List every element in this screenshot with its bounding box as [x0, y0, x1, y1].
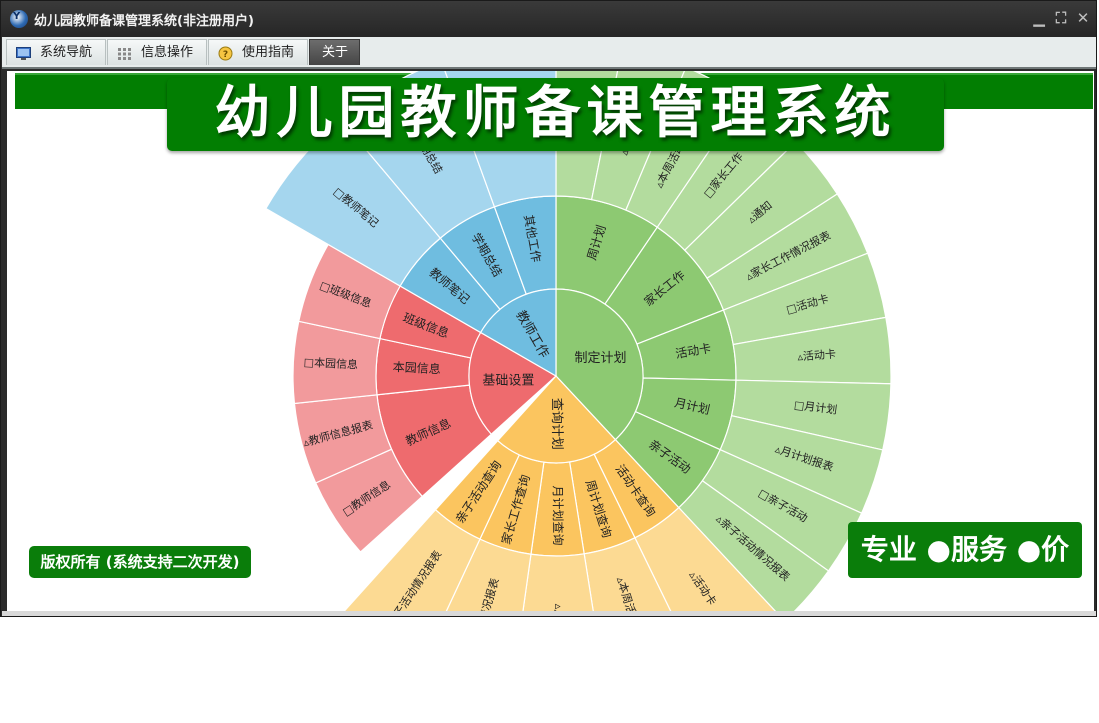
restore-icon[interactable]: ⛶	[1053, 10, 1069, 26]
grid-icon	[117, 45, 132, 60]
sunburst-label-level1: 基础设置	[482, 374, 534, 389]
sunburst-label-level2: 本园信息	[392, 359, 441, 376]
menu-tab-user-guide[interactable]: ? 使用指南	[208, 39, 308, 65]
sunburst-label-level1: 制定计划	[575, 351, 627, 366]
monitor-icon	[16, 45, 31, 60]
menu-bar: 系统导航 信息操作 ? 使用指南 关于	[2, 37, 1096, 69]
menu-tab-label: 关于	[322, 45, 349, 60]
menu-tab-about[interactable]: 关于	[309, 39, 360, 65]
app-logo-icon: Y	[10, 10, 28, 28]
close-icon[interactable]: ✕	[1075, 10, 1091, 26]
sunburst-label-level3: □本园信息	[303, 355, 358, 372]
app-window: Y 幼儿园教师备课管理系统(非注册用户) ▁ ⛶ ✕ 系统导航 信息操作 ? 使…	[0, 0, 1097, 617]
sunburst-label-level2: 月计划查询	[550, 485, 565, 545]
sunburst-label-level1: 查询计划	[549, 398, 564, 450]
help-icon: ?	[218, 45, 233, 61]
menu-tab-label: 信息操作	[141, 45, 194, 60]
menu-tab-label: 使用指南	[242, 45, 295, 60]
title-bar[interactable]: Y 幼儿园教师备课管理系统(非注册用户) ▁ ⛶ ✕	[1, 1, 1096, 37]
sunburst-label-level3: ▵月计划报表	[552, 604, 567, 611]
window-footer	[2, 611, 1096, 616]
menu-tab-info-ops[interactable]: 信息操作	[107, 39, 207, 65]
app-logo-letter: Y	[13, 11, 21, 22]
menu-tab-system-nav[interactable]: 系统导航	[6, 39, 106, 65]
window-title: 幼儿园教师备课管理系统(非注册用户)	[34, 14, 254, 29]
title-box: 幼儿园教师备课管理系统	[167, 78, 944, 151]
svg-text:?: ?	[223, 50, 228, 60]
copyright-badge: 版权所有 (系统支持二次开发)	[29, 546, 251, 578]
page-title: 幼儿园教师备课管理系统	[214, 81, 897, 146]
main-content: 周计划□周计划▵周计划报表▵本周活动情况报表家长工作□家长工作▵通知▵家长工作情…	[7, 71, 1094, 611]
slogan-badge: 专业 ●服务 ●价值	[848, 522, 1082, 611]
minimize-icon[interactable]: ▁	[1031, 10, 1047, 26]
menu-tab-label: 系统导航	[40, 45, 93, 60]
